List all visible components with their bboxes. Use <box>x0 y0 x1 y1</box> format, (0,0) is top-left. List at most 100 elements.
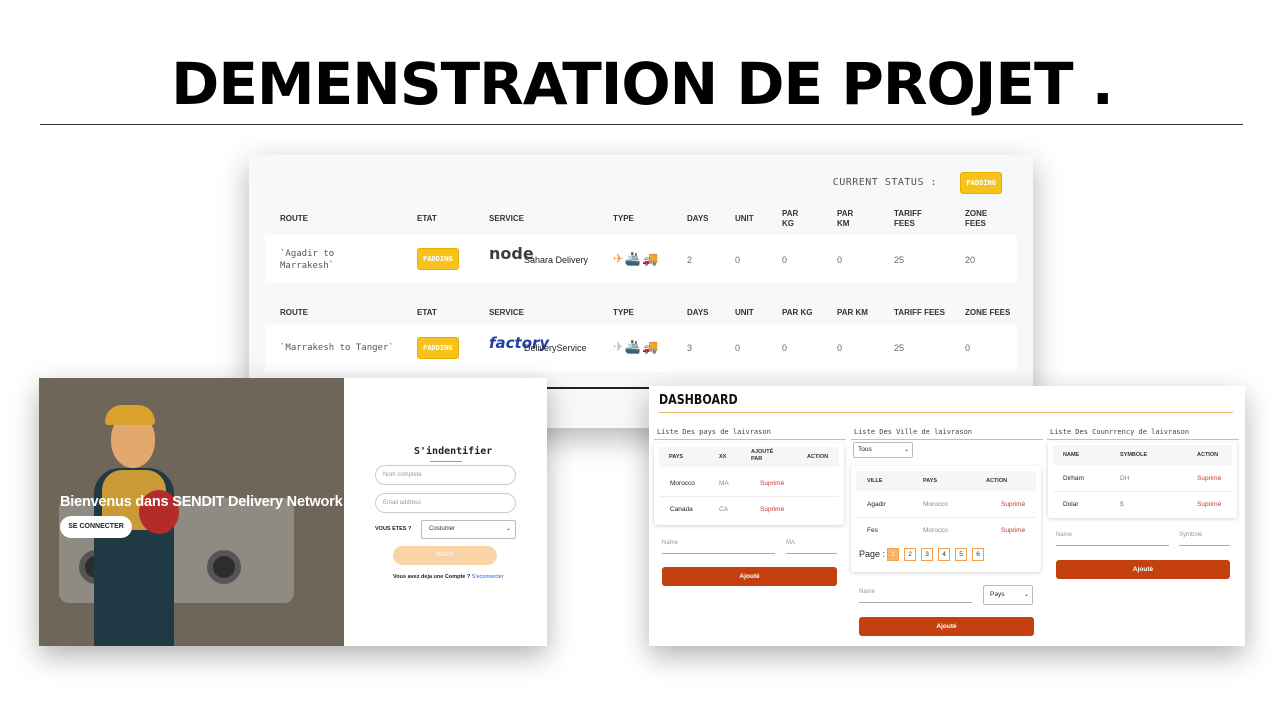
col-action: ACTION <box>1197 452 1219 458</box>
page-button[interactable]: 5 <box>955 548 967 561</box>
symbole-cell: $ <box>1120 501 1124 508</box>
table-row: Dirham DH Suprimé <box>1053 466 1232 492</box>
col-par-km: PAR KM <box>837 308 868 317</box>
delete-link[interactable]: Suprimé <box>760 506 784 513</box>
tariff-fees-cell: 25 <box>894 343 905 353</box>
add-pays-button[interactable]: Ajouté <box>662 567 837 586</box>
page-button[interactable]: 1 <box>887 548 899 561</box>
unit-cell: 0 <box>735 343 741 353</box>
ville-filter-select[interactable]: Tous ⌄ <box>853 442 913 458</box>
currency-name-cell: Dolar <box>1063 501 1079 508</box>
table-header: NAME SYMBOLE ACTION <box>1053 445 1232 465</box>
add-currency-button[interactable]: Ajouté <box>1056 560 1230 579</box>
chevron-down-icon: ⌄ <box>1023 592 1029 598</box>
user-type-label: VOUS ETES ? <box>375 526 412 532</box>
page-button[interactable]: 4 <box>938 548 950 561</box>
etat-cell: PADDING <box>417 248 459 270</box>
par-km-cell: 0 <box>837 343 843 353</box>
divider <box>1047 439 1239 440</box>
delete-link[interactable]: Suprimé <box>1197 475 1221 482</box>
account-text: Vous avez deja une Compte ? <box>393 574 471 580</box>
ville-pays-select[interactable]: Pays ⌄ <box>983 585 1033 605</box>
table-row: Agadir Morocco Suprimé <box>856 492 1036 518</box>
table-row: Fes Morocco Suprimé <box>856 518 1036 544</box>
pays-list-title: Liste Des pays de laivrason <box>657 428 771 436</box>
dashboard-panel: DASHBOARD Liste Des pays de laivrason PA… <box>649 386 1245 646</box>
ville-cell: Agadir <box>867 501 886 508</box>
title-underline <box>430 461 462 462</box>
currency-name-input[interactable]: Name <box>1056 532 1169 546</box>
zone-fees-cell: 0 <box>965 343 971 353</box>
col-par-kg: PAR KG <box>782 308 813 317</box>
symbole-cell: DH <box>1120 475 1130 482</box>
days-cell: 2 <box>687 255 693 265</box>
col-days: DAYS <box>687 214 709 223</box>
table-row: Dolar $ Suprimé <box>1053 492 1232 518</box>
submit-button[interactable]: PROFIT <box>393 546 497 565</box>
currency-symbole-input[interactable]: Symbole <box>1179 532 1230 546</box>
etat-badge: PADDING <box>417 248 459 270</box>
currency-list-title: Liste Des Counrrency de laivrason <box>1050 428 1190 436</box>
table-row: Canada CA Suprimé <box>659 497 839 523</box>
user-type-select[interactable]: Costumer ⌄ <box>421 520 516 539</box>
chevron-down-icon: ⌄ <box>505 526 511 532</box>
etat-badge: PADDING <box>417 337 459 359</box>
route-cell: `Marrakesh to Tanger` <box>280 343 394 353</box>
dashboard-title: DASHBOARD <box>659 393 738 408</box>
pays-cell: Morocco <box>923 501 948 508</box>
email-field[interactable]: Email address <box>375 493 516 513</box>
zone-fees-cell: 20 <box>965 255 976 265</box>
slide-title: DEMENSTRATION DE PROJET . <box>171 50 1114 118</box>
pays-name-input[interactable]: Name <box>662 540 775 554</box>
delete-link[interactable]: Suprimé <box>1197 501 1221 508</box>
days-cell: 3 <box>687 343 693 353</box>
table-header: ROUTE ETAT SERVICE TYPE DAYS UNIT PAR KG… <box>249 208 1033 238</box>
divider <box>851 439 1043 440</box>
delete-link[interactable]: Suprimé <box>760 480 784 487</box>
col-etat: ETAT <box>417 214 437 223</box>
par-kg-cell: 0 <box>782 255 788 265</box>
page-button[interactable]: 6 <box>972 548 984 561</box>
courier-cap <box>105 405 155 425</box>
col-symbole: SYMBOLE <box>1120 452 1148 458</box>
ville-name-input[interactable]: Name <box>859 589 972 603</box>
currency-table-card: NAME SYMBOLE ACTION Dirham DH Suprimé Do… <box>1048 442 1237 518</box>
pagination-label: Page : <box>859 549 886 559</box>
pays-table-card: PAYS XX AJOUTÉ PAR ACTION Morocco MA Sup… <box>654 443 844 525</box>
page-button[interactable]: 3 <box>921 548 933 561</box>
col-route: ROUTE <box>280 308 308 317</box>
type-icons: ✈🚢🚚 <box>613 339 660 354</box>
service-name: DeliveryService <box>524 343 587 353</box>
table-header: VILLE PAYS ACTION <box>856 471 1036 491</box>
full-name-field[interactable]: Nom complete <box>375 465 516 485</box>
currency-name-cell: Dirham <box>1063 475 1084 482</box>
add-ville-button[interactable]: Ajouté <box>859 617 1034 636</box>
ville-cell: Fes <box>867 527 878 534</box>
se-connecter-button[interactable]: SE CONNECTER <box>60 516 132 538</box>
col-name: NAME <box>1063 452 1080 458</box>
par-km-cell: 0 <box>837 255 843 265</box>
ville-pays-value: Pays <box>990 591 1005 598</box>
col-par-kg: PAR KG <box>782 209 799 228</box>
pays-code-input[interactable]: MA <box>786 540 837 554</box>
unit-cell: 0 <box>735 255 741 265</box>
user-type-value: Costumer <box>429 526 456 532</box>
delete-link[interactable]: Suprimé <box>1001 501 1025 508</box>
route-cell: `Agadir to Marrakesh` <box>280 249 335 271</box>
col-pays: PAYS <box>923 478 938 484</box>
table-row: `Marrakesh to Tanger` PADDING factory De… <box>265 324 1017 372</box>
ville-list-title: Liste Des Ville de laivrason <box>854 428 973 436</box>
pays-cell: Morocco <box>923 527 948 534</box>
login-link[interactable]: S'econnecter <box>472 574 504 580</box>
page-button[interactable]: 2 <box>904 548 916 561</box>
col-action: ACTION <box>986 478 1008 484</box>
col-ajoute-par: AJOUTÉ PAR <box>751 449 774 462</box>
current-status-label: CURRENT STATUS : <box>832 177 937 188</box>
col-action: ACTION <box>807 454 829 460</box>
title-divider <box>40 124 1243 125</box>
wheel-icon <box>207 550 241 584</box>
delete-link[interactable]: Suprimé <box>1001 527 1025 534</box>
hero-image: Bienvenus dans SENDIT Delivery Network S… <box>39 378 344 646</box>
code-cell: MA <box>719 480 729 487</box>
col-unit: UNIT <box>735 214 754 223</box>
